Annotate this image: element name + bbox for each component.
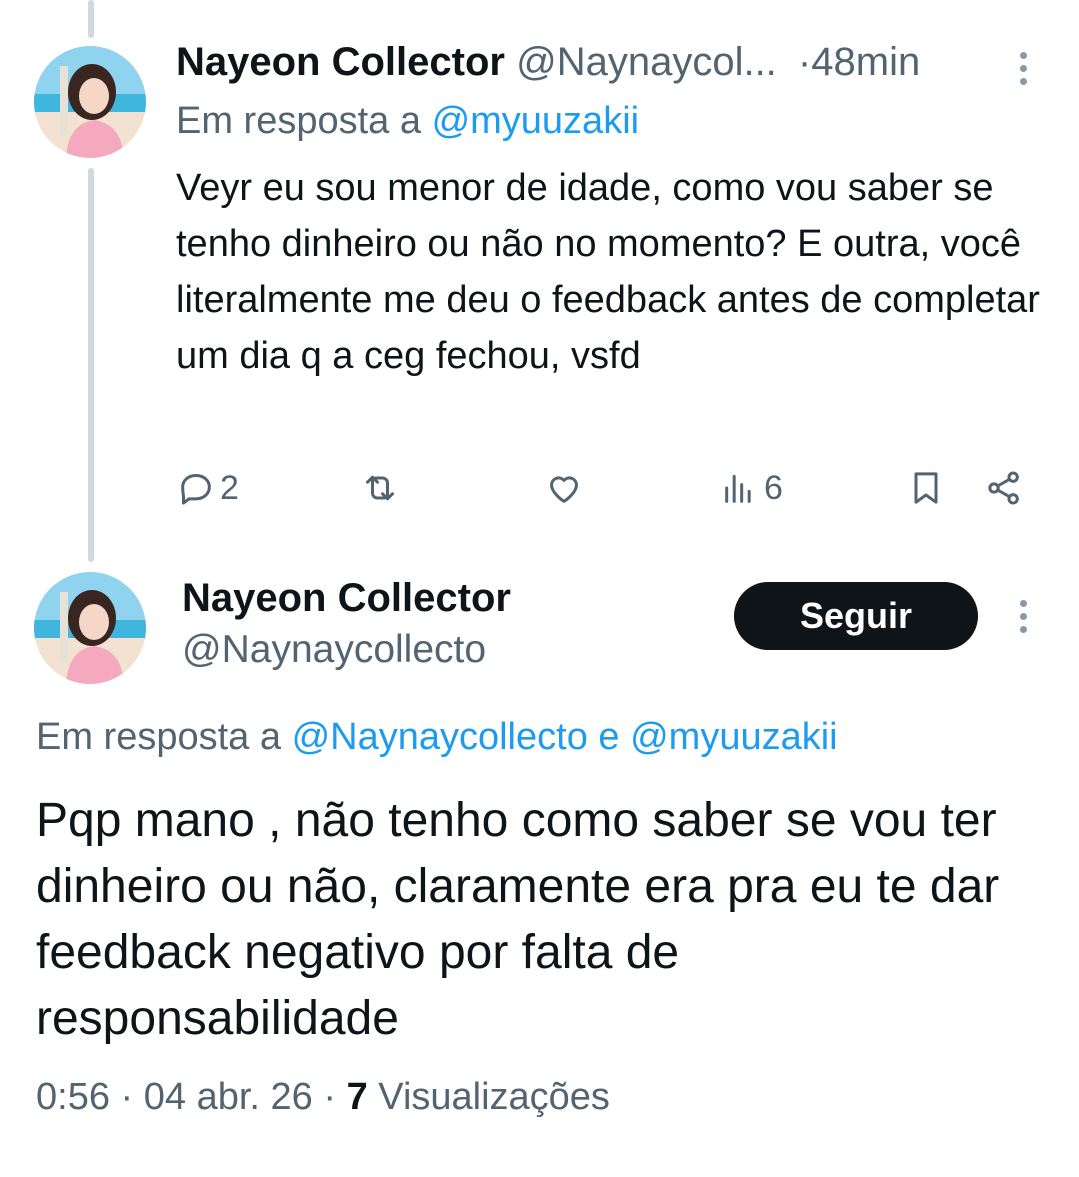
reply-icon [181, 474, 211, 505]
views-count: 6 [764, 468, 783, 507]
reply-mention-link[interactable]: @myuuzakii [630, 716, 838, 758]
meta-separator: · [323, 1076, 337, 1118]
views-button[interactable]: 6 [720, 466, 783, 510]
share-button[interactable] [984, 466, 1024, 510]
reply-mention-link[interactable]: @Naynaycollecto [292, 716, 588, 758]
reply-context: Em resposta a @myuuzakii [176, 100, 639, 143]
retweet-icon [366, 475, 394, 501]
tweet-time[interactable]: 48min [811, 40, 920, 84]
share-icon [988, 471, 1019, 505]
author-name[interactable]: Nayeon Collector [182, 576, 511, 621]
author-name[interactable]: Nayeon Collector [176, 40, 505, 84]
reply-prefix: Em resposta a [176, 100, 421, 142]
author-handle[interactable]: @Naynaycollecto [182, 628, 486, 672]
author-handle[interactable]: @Naynaycol... [516, 40, 777, 84]
reply-mention-link[interactable]: @myuuzakii [432, 100, 640, 142]
reply-count: 2 [220, 468, 239, 507]
tweet-time[interactable]: 0:56 [36, 1076, 110, 1118]
thread-line-top [88, 0, 94, 38]
views-label: Visualizações [378, 1076, 610, 1118]
avatar-image [34, 572, 146, 684]
retweet-button[interactable] [360, 466, 400, 510]
reply-button[interactable]: 2 [176, 466, 239, 510]
like-icon [550, 476, 578, 503]
reply-prefix: Em resposta a [36, 716, 281, 758]
views-icon [725, 474, 751, 503]
bookmark-icon [914, 472, 938, 504]
tweet-meta: 0:56 · 04 abr. 26 · 7 Visualizações [36, 1076, 610, 1119]
tweet-date[interactable]: 04 abr. 26 [144, 1076, 313, 1118]
bookmark-button[interactable] [906, 466, 946, 510]
header-separator: · [797, 40, 812, 84]
tweet-text: Veyr eu sou menor de idade, como vou sab… [176, 167, 1040, 377]
more-icon[interactable] [1020, 600, 1030, 639]
tweet-actions-bar: 2 6 [0, 466, 1079, 510]
avatar[interactable] [34, 46, 146, 158]
reply-and: e [598, 716, 620, 758]
follow-button[interactable]: Seguir [734, 582, 978, 650]
avatar-image [34, 46, 146, 158]
like-button[interactable] [544, 466, 584, 510]
views-count: 7 [346, 1076, 368, 1118]
tweet-text: Pqp mano , não tenho como saber se vou t… [36, 794, 1000, 1045]
more-icon[interactable] [1020, 52, 1030, 91]
reply-context: Em resposta a @Naynaycollecto e @myuuzak… [36, 716, 838, 759]
meta-separator: · [120, 1076, 134, 1118]
tweet1-header: Nayeon Collector @Naynaycol... ·48min [176, 40, 920, 85]
avatar[interactable] [34, 572, 146, 684]
